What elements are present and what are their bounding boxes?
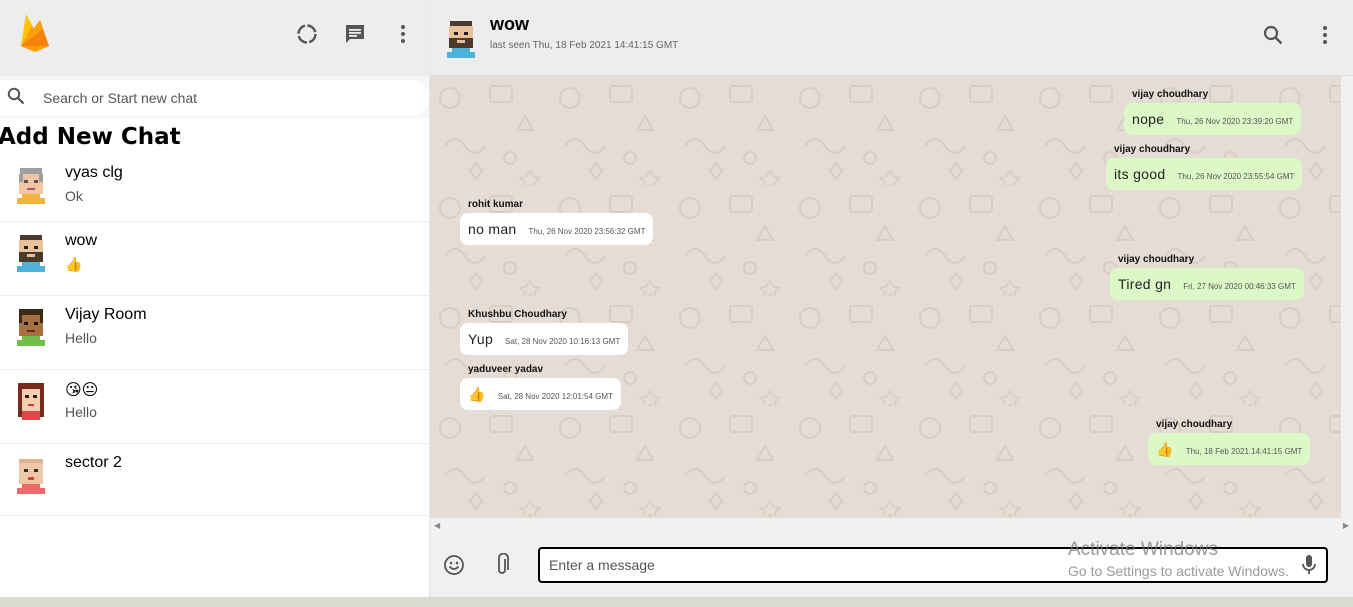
chat-last-message: Hello <box>65 330 97 346</box>
message-bubble[interactable]: Tired gn Fri, 27 Nov 2020 00:46:33 GMT <box>1110 268 1304 300</box>
new-chat-icon[interactable] <box>343 22 367 46</box>
message-bubble[interactable]: no man Thu, 26 Nov 2020 23:56:32 GMT <box>460 213 654 245</box>
message-item: vijay choudhary nope Thu, 26 Nov 2020 23… <box>1124 89 1302 135</box>
chat-item-emoji-group[interactable]: 😘😐 Hello <box>0 370 429 444</box>
message-item: vijay choudhary Tired gn Fri, 27 Nov 202… <box>1110 254 1304 300</box>
search-icon <box>7 87 25 110</box>
chat-name: vyas clg <box>65 164 123 181</box>
message-text: 👍 <box>468 385 486 402</box>
message-text: 👍 <box>1156 440 1174 457</box>
message-sender: vijay choudhary <box>1156 419 1233 430</box>
message-time: Fri, 27 Nov 2020 00:46:33 GMT <box>1183 281 1296 291</box>
app: Add New Chat <box>0 0 1353 597</box>
taskbar-edge <box>0 597 1353 607</box>
bearded-man-avatar-icon[interactable] <box>444 18 478 58</box>
last-seen-text: last seen Thu, 18 Feb 2021 14:41:15 GMT <box>490 40 679 51</box>
elder-man-avatar-icon <box>14 164 48 204</box>
chat-name: wow <box>65 232 98 249</box>
microphone-icon[interactable] <box>1297 553 1321 577</box>
message-bubble[interactable]: Yup Sat, 28 Nov 2020 10:16:13 GMT <box>460 323 629 355</box>
message-time: Sat, 28 Nov 2020 12:01:54 GMT <box>497 391 613 401</box>
search-box <box>0 80 429 116</box>
message-input[interactable] <box>549 557 1326 573</box>
sidebar: Add New Chat <box>0 0 430 597</box>
message-time: Thu, 26 Nov 2020 23:56:32 GMT <box>528 226 646 236</box>
bearded-man-avatar-icon <box>14 232 48 272</box>
bald-man-avatar-icon <box>14 454 48 494</box>
chat-item-sector-2[interactable]: sector 2 <box>0 444 429 516</box>
message-sender: vijay choudhary <box>1132 89 1209 100</box>
chat-name: sector 2 <box>65 454 122 471</box>
chat-header: wow last seen Thu, 18 Feb 2021 14:41:15 … <box>430 0 1353 76</box>
message-sender: yaduveer yadav <box>468 364 544 375</box>
chat-item-wow[interactable]: wow 👍 <box>0 222 429 296</box>
chat-list: vyas clg Ok wow 👍 Vijay Room Hello 😘😐 He… <box>0 154 429 597</box>
message-time: Thu, 26 Nov 2020 23:39:20 GMT <box>1176 116 1294 126</box>
horizontal-scrollbar[interactable]: ◀ ▶ <box>430 518 1353 533</box>
scroll-right-icon[interactable]: ▶ <box>1343 521 1349 530</box>
message-text: its good <box>1114 166 1166 182</box>
search-container <box>0 76 429 118</box>
message-area[interactable]: vijay choudhary nope Thu, 26 Nov 2020 23… <box>430 76 1353 518</box>
firebase-logo-icon <box>18 12 52 57</box>
search-input[interactable] <box>43 90 383 106</box>
add-new-chat-button[interactable]: Add New Chat <box>0 118 429 154</box>
chat-last-message: Hello <box>65 404 97 420</box>
message-item: Khushbu Choudhary Yup Sat, 28 Nov 2020 1… <box>460 309 629 355</box>
message-time: Thu, 26 Nov 2020 23:55:54 GMT <box>1177 171 1295 181</box>
search-messages-icon[interactable] <box>1261 23 1285 47</box>
status-icon[interactable] <box>295 22 319 46</box>
curly-man-avatar-icon <box>14 306 48 346</box>
attach-icon[interactable] <box>490 553 514 577</box>
message-composer: Activate Windows Go to Settings to activ… <box>430 533 1353 597</box>
message-text: Tired gn <box>1118 276 1172 292</box>
message-time: Sat, 28 Nov 2020 10:16:13 GMT <box>505 336 621 346</box>
message-sender: rohit kumar <box>468 199 524 210</box>
message-item: vijay choudhary its good Thu, 26 Nov 202… <box>1106 144 1303 190</box>
message-input-box <box>538 547 1328 583</box>
message-item: yaduveer yadav 👍 Sat, 28 Nov 2020 12:01:… <box>460 364 621 410</box>
chat-last-message: 👍 <box>65 256 83 272</box>
message-text: Yup <box>468 331 494 347</box>
message-bubble[interactable]: nope Thu, 26 Nov 2020 23:39:20 GMT <box>1124 103 1302 135</box>
message-sender: vijay choudhary <box>1118 254 1195 265</box>
message-sender: Khushbu Choudhary <box>468 309 567 320</box>
chat-item-vijay-room[interactable]: Vijay Room Hello <box>0 296 429 370</box>
message-bubble[interactable]: its good Thu, 26 Nov 2020 23:55:54 GMT <box>1106 158 1303 190</box>
chat-panel: wow last seen Thu, 18 Feb 2021 14:41:15 … <box>430 0 1353 597</box>
message-bubble[interactable]: 👍 Thu, 18 Feb 2021 14:41:15 GMT <box>1148 433 1311 465</box>
message-item: vijay choudhary 👍 Thu, 18 Feb 2021 14:41… <box>1148 419 1311 465</box>
chat-name: Vijay Room <box>65 306 147 323</box>
scroll-left-icon[interactable]: ◀ <box>434 521 440 530</box>
message-item: rohit kumar no man Thu, 26 Nov 2020 23:5… <box>460 199 654 245</box>
message-time: Thu, 18 Feb 2021 14:41:15 GMT <box>1185 446 1303 456</box>
message-text: nope <box>1132 111 1165 127</box>
message-sender: vijay choudhary <box>1114 144 1191 155</box>
chat-title: wow <box>490 14 529 34</box>
chat-last-message: Ok <box>65 188 83 204</box>
emoji-icon[interactable] <box>442 553 466 577</box>
chat-name: 😘😐 <box>65 382 99 399</box>
sidebar-header <box>0 0 429 76</box>
more-options-icon[interactable] <box>391 22 415 46</box>
woman-avatar-icon <box>14 380 48 420</box>
message-text: no man <box>468 221 517 237</box>
message-bubble[interactable]: 👍 Sat, 28 Nov 2020 12:01:54 GMT <box>460 378 621 410</box>
chat-item-vyas-clg[interactable]: vyas clg Ok <box>0 154 429 222</box>
more-options-icon[interactable] <box>1313 23 1337 47</box>
